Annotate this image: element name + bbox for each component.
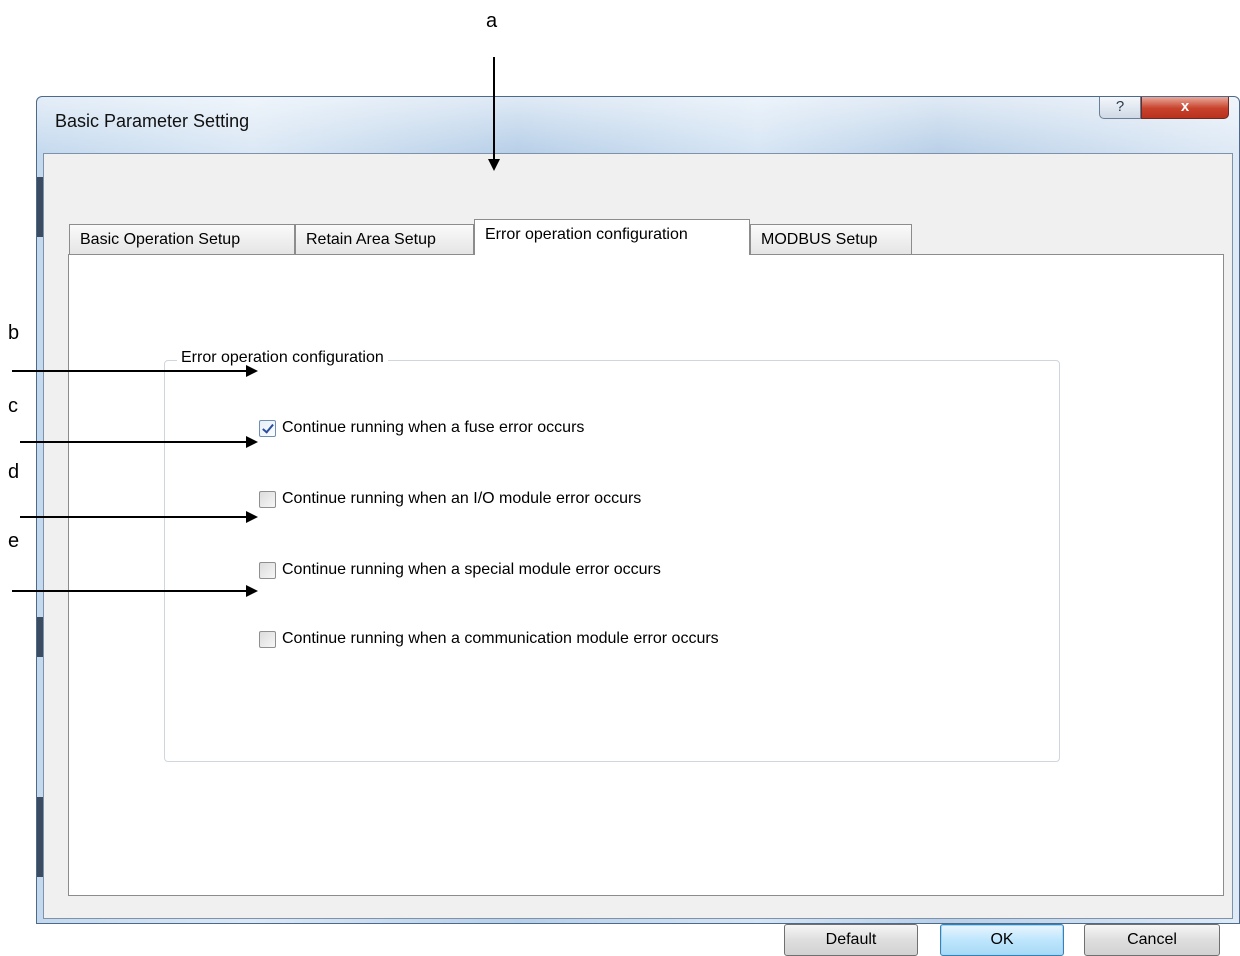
annotation-c: c	[8, 395, 18, 417]
cancel-button[interactable]: Cancel	[1084, 924, 1220, 956]
fuse-error-checkbox[interactable]	[259, 419, 276, 437]
error-operation-group: Error operation configuration Continue r…	[164, 349, 1060, 762]
annotation-b-arrow-line	[12, 370, 248, 372]
close-icon: x	[1180, 98, 1190, 115]
special-module-error-checkbox[interactable]	[259, 561, 276, 579]
tab-basic-operation-setup[interactable]: Basic Operation Setup	[69, 224, 295, 255]
tab-modbus-setup[interactable]: MODBUS Setup	[750, 224, 912, 255]
group-title: Error operation configuration	[177, 349, 388, 367]
ok-button[interactable]: OK	[940, 924, 1064, 956]
close-button[interactable]: x	[1141, 97, 1229, 119]
basic-parameter-dialog: Basic Parameter Setting ? x Basic Operat…	[36, 96, 1240, 956]
tab-retain-area-setup[interactable]: Retain Area Setup	[295, 224, 474, 255]
annotation-e: e	[8, 530, 20, 552]
io-module-error-checkbox[interactable]	[259, 490, 276, 508]
annotation-e-arrowhead	[246, 585, 258, 597]
option-io-module-error[interactable]: Continue running when an I/O module erro…	[259, 490, 641, 508]
communication-module-error-checkbox[interactable]	[259, 630, 276, 648]
option-label: Continue running when a fuse error occur…	[282, 419, 585, 436]
window-title: Basic Parameter Setting	[55, 111, 250, 131]
help-icon: ?	[1115, 98, 1125, 115]
tab-label: Basic Operation Setup	[80, 231, 241, 248]
annotation-b: b	[8, 322, 20, 344]
tab-label: MODBUS Setup	[761, 231, 878, 248]
option-label: Continue running when a special module e…	[282, 561, 661, 578]
annotation-e-arrow-line	[12, 590, 248, 592]
help-button[interactable]: ?	[1099, 97, 1141, 119]
tab-label: Retain Area Setup	[306, 231, 436, 248]
annotation-c-arrowhead	[246, 436, 258, 448]
annotation-a: a	[486, 10, 498, 32]
tab-error-operation-configuration[interactable]: Error operation configuration	[474, 219, 750, 255]
dialog-body: Basic Operation Setup Retain Area Setup …	[43, 153, 1233, 956]
tab-label: Error operation configuration	[485, 226, 688, 243]
option-fuse-error[interactable]: Continue running when a fuse error occur…	[259, 419, 584, 437]
annotation-d: d	[8, 461, 20, 483]
tab-panel: Error operation configuration Continue r…	[68, 254, 1224, 896]
default-button[interactable]: Default	[784, 924, 918, 956]
option-label: Continue running when an I/O module erro…	[282, 490, 642, 507]
annotation-c-arrow-line	[20, 441, 248, 443]
annotation-a-arrow-line	[493, 57, 495, 159]
option-special-module-error[interactable]: Continue running when a special module e…	[259, 561, 661, 579]
annotation-d-arrowhead	[246, 511, 258, 523]
annotation-d-arrow-line	[20, 516, 248, 518]
option-label: Continue running when a communication mo…	[282, 630, 719, 647]
annotation-b-arrowhead	[246, 365, 258, 377]
annotation-a-arrowhead	[488, 159, 500, 171]
option-communication-module-error[interactable]: Continue running when a communication mo…	[259, 630, 719, 648]
